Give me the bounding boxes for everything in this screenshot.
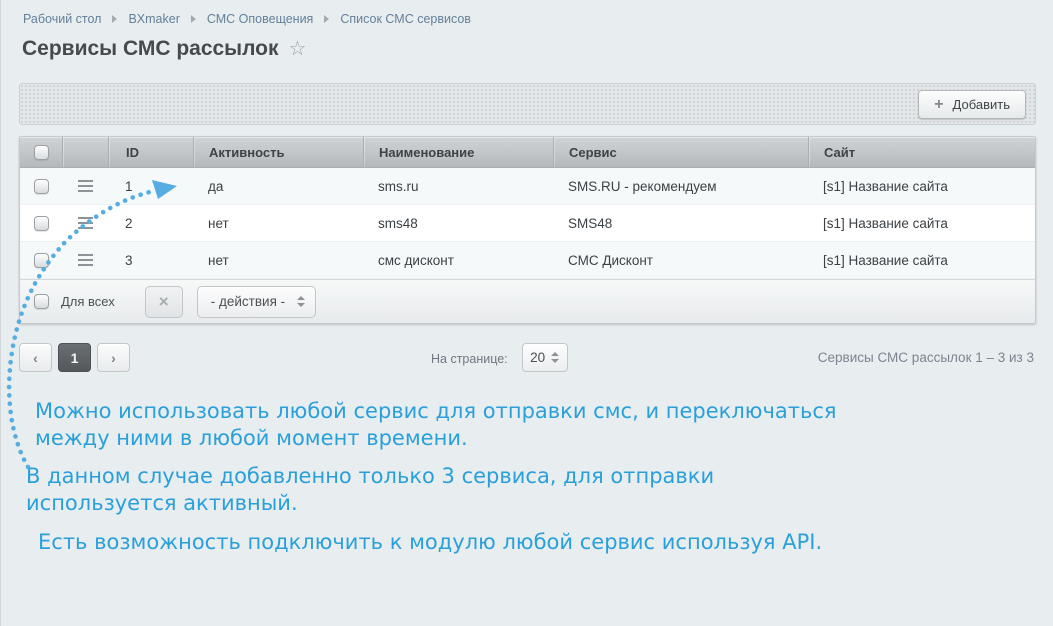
cell-service: SMS.RU - рекомендуем xyxy=(553,168,808,204)
favorite-star-icon[interactable]: ☆ xyxy=(289,36,307,61)
table-header: ID Активность Наименование Сервис Сайт xyxy=(20,137,1035,168)
column-header-name[interactable]: Наименование xyxy=(363,137,553,167)
page-title: Сервисы СМС рассылок xyxy=(22,37,279,61)
row-menu-icon[interactable] xyxy=(78,180,93,192)
annotation-text-1: Можно использовать любой сервис для отпр… xyxy=(35,398,837,452)
add-button-label: Добавить xyxy=(953,97,1010,112)
close-icon: × xyxy=(159,292,169,312)
cell-name: sms.ru xyxy=(363,168,553,204)
breadcrumb-item-desktop[interactable]: Рабочий стол xyxy=(23,12,101,26)
cell-site: [s1] Название сайта xyxy=(808,205,1035,241)
annotation-text-3: Есть возможность подключить к модулю люб… xyxy=(38,529,822,556)
annotation-text-2: В данном случае добавленно только 3 серв… xyxy=(26,463,714,517)
breadcrumb-separator-icon xyxy=(112,15,117,23)
plus-icon: + xyxy=(934,97,943,113)
add-button[interactable]: + Добавить xyxy=(918,90,1026,119)
actions-dropdown[interactable]: - действия - xyxy=(197,286,316,318)
row-checkbox[interactable] xyxy=(34,253,49,268)
cell-active: да xyxy=(193,168,363,204)
row-menu-icon[interactable] xyxy=(78,254,93,266)
actions-dropdown-value: - действия - xyxy=(211,294,285,309)
column-header-id[interactable]: ID xyxy=(108,137,193,167)
breadcrumb-item-sms-notifications[interactable]: СМС Оповещения xyxy=(207,12,313,26)
cell-active: нет xyxy=(193,205,363,241)
prev-page-button[interactable]: ‹ xyxy=(19,343,52,372)
title-row: Сервисы СМС рассылок ☆ xyxy=(22,36,306,61)
cell-id: 1 xyxy=(108,168,193,204)
table-footer: Для всех × - действия - xyxy=(20,279,1035,323)
per-page-control: На странице: 20 xyxy=(431,343,568,372)
cell-id: 3 xyxy=(108,242,193,278)
records-summary: Сервисы СМС рассылок 1 – 3 из 3 xyxy=(818,350,1034,365)
breadcrumb-item-sms-services-list[interactable]: Список СМС сервисов xyxy=(340,12,471,26)
table-row: 1 да sms.ru SMS.RU - рекомендуем [s1] На… xyxy=(20,168,1035,205)
cell-name: смс дисконт xyxy=(363,242,553,278)
cell-service: СМС Дисконт xyxy=(553,242,808,278)
cell-site: [s1] Название сайта xyxy=(808,168,1035,204)
admin-page: Рабочий стол BXmaker СМС Оповещения Спис… xyxy=(0,0,1053,626)
toolbar: + Добавить xyxy=(19,83,1036,125)
clear-selection-button[interactable]: × xyxy=(145,286,183,318)
cell-service: SMS48 xyxy=(553,205,808,241)
breadcrumb-separator-icon xyxy=(324,15,329,23)
per-page-value: 20 xyxy=(530,350,545,365)
cell-site: [s1] Название сайта xyxy=(808,242,1035,278)
page-1-button[interactable]: 1 xyxy=(58,343,91,372)
next-page-button[interactable]: › xyxy=(97,343,130,372)
cell-active: нет xyxy=(193,242,363,278)
pagination: ‹ 1 › xyxy=(19,343,130,372)
header-menu-cell xyxy=(62,137,108,167)
row-checkbox[interactable] xyxy=(34,216,49,231)
per-page-label: На странице: xyxy=(431,352,508,366)
spinner-arrows-icon xyxy=(551,352,559,363)
breadcrumb: Рабочий стол BXmaker СМС Оповещения Спис… xyxy=(23,12,471,26)
sms-services-table: ID Активность Наименование Сервис Сайт 1… xyxy=(19,136,1036,324)
breadcrumb-separator-icon xyxy=(191,15,196,23)
column-header-site[interactable]: Сайт xyxy=(808,137,1035,167)
for-all-label: Для всех xyxy=(61,294,115,309)
column-header-service[interactable]: Сервис xyxy=(553,137,808,167)
cell-name: sms48 xyxy=(363,205,553,241)
column-header-active[interactable]: Активность xyxy=(193,137,363,167)
per-page-select[interactable]: 20 xyxy=(522,343,568,372)
table-row: 2 нет sms48 SMS48 [s1] Название сайта xyxy=(20,205,1035,242)
cell-id: 2 xyxy=(108,205,193,241)
for-all-checkbox[interactable] xyxy=(34,294,49,309)
row-checkbox[interactable] xyxy=(34,179,49,194)
table-row: 3 нет смс дисконт СМС Дисконт [s1] Назва… xyxy=(20,242,1035,279)
select-all-checkbox[interactable] xyxy=(34,145,49,160)
spinner-arrows-icon xyxy=(297,296,305,307)
header-checkbox-cell xyxy=(20,137,62,167)
breadcrumb-item-bxmaker[interactable]: BXmaker xyxy=(128,12,179,26)
row-menu-icon[interactable] xyxy=(78,217,93,229)
